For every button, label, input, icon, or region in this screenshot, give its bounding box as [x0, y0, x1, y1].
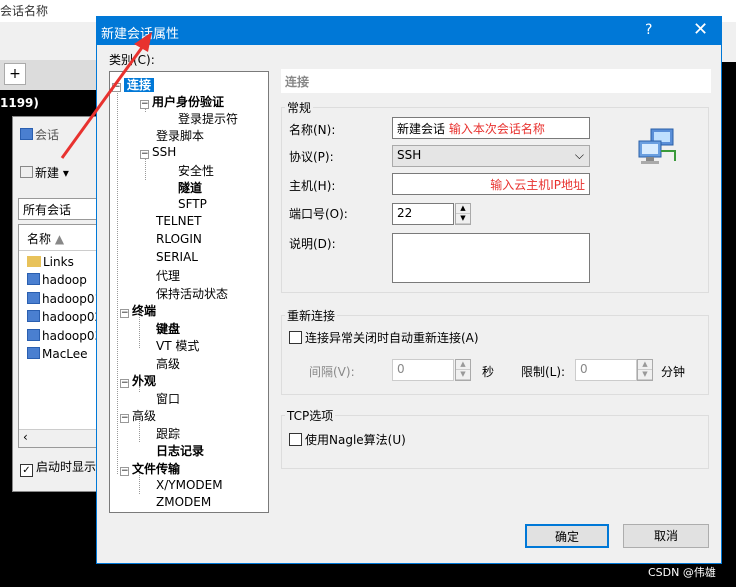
annotation-arrow	[60, 32, 152, 159]
watermark: CSDN @伟雄	[648, 566, 716, 579]
